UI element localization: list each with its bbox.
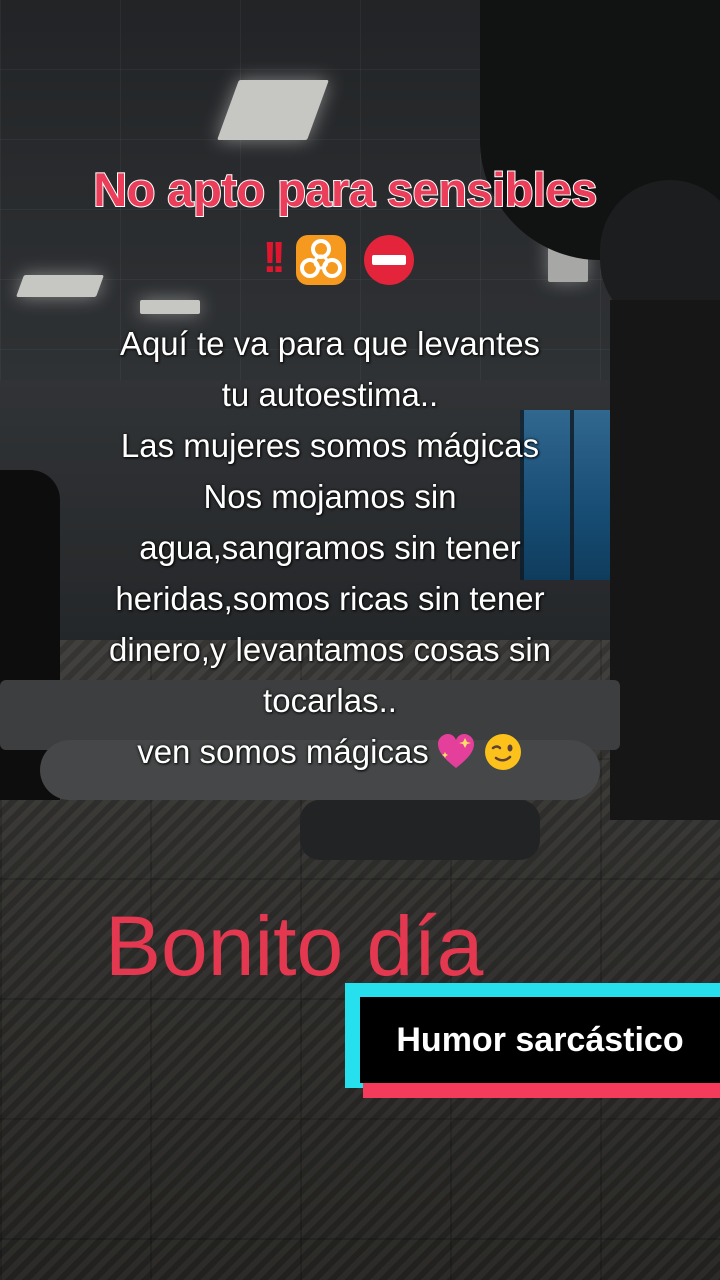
greeting-text: Bonito día xyxy=(105,899,484,993)
body-message: Aquí te va para que levantes tu autoesti… xyxy=(30,318,630,777)
body-line: Nos mojamos sin xyxy=(203,478,457,515)
title-emoji-row: !! xyxy=(0,228,680,288)
body-last-line-text: ven somos mágicas xyxy=(137,733,429,770)
winking-face-icon xyxy=(484,733,521,770)
no-entry-icon xyxy=(364,234,415,285)
body-line: tocarlas.. xyxy=(263,682,397,719)
body-line: agua,sangramos sin tener xyxy=(139,529,521,566)
body-line: tu autoestima.. xyxy=(221,376,439,413)
body-line: dinero,y levantamos cosas sin xyxy=(108,631,552,668)
body-last-line: ven somos mágicas xyxy=(137,726,523,777)
body-line: heridas,somos ricas sin tener xyxy=(115,580,545,617)
biohazard-icon xyxy=(295,234,346,285)
double-exclamation-icon: !! xyxy=(262,233,286,282)
humor-badge: Humor sarcástico xyxy=(345,983,720,1113)
overlay-title: No apto para sensibles xyxy=(92,162,598,217)
sparkling-heart-icon xyxy=(437,733,474,768)
body-line: Las mujeres somos mágicas xyxy=(120,427,540,464)
badge-label: Humor sarcástico xyxy=(396,1020,684,1059)
badge-black-layer: Humor sarcástico xyxy=(360,997,720,1083)
body-line: Aquí te va para que levantes xyxy=(119,325,541,362)
